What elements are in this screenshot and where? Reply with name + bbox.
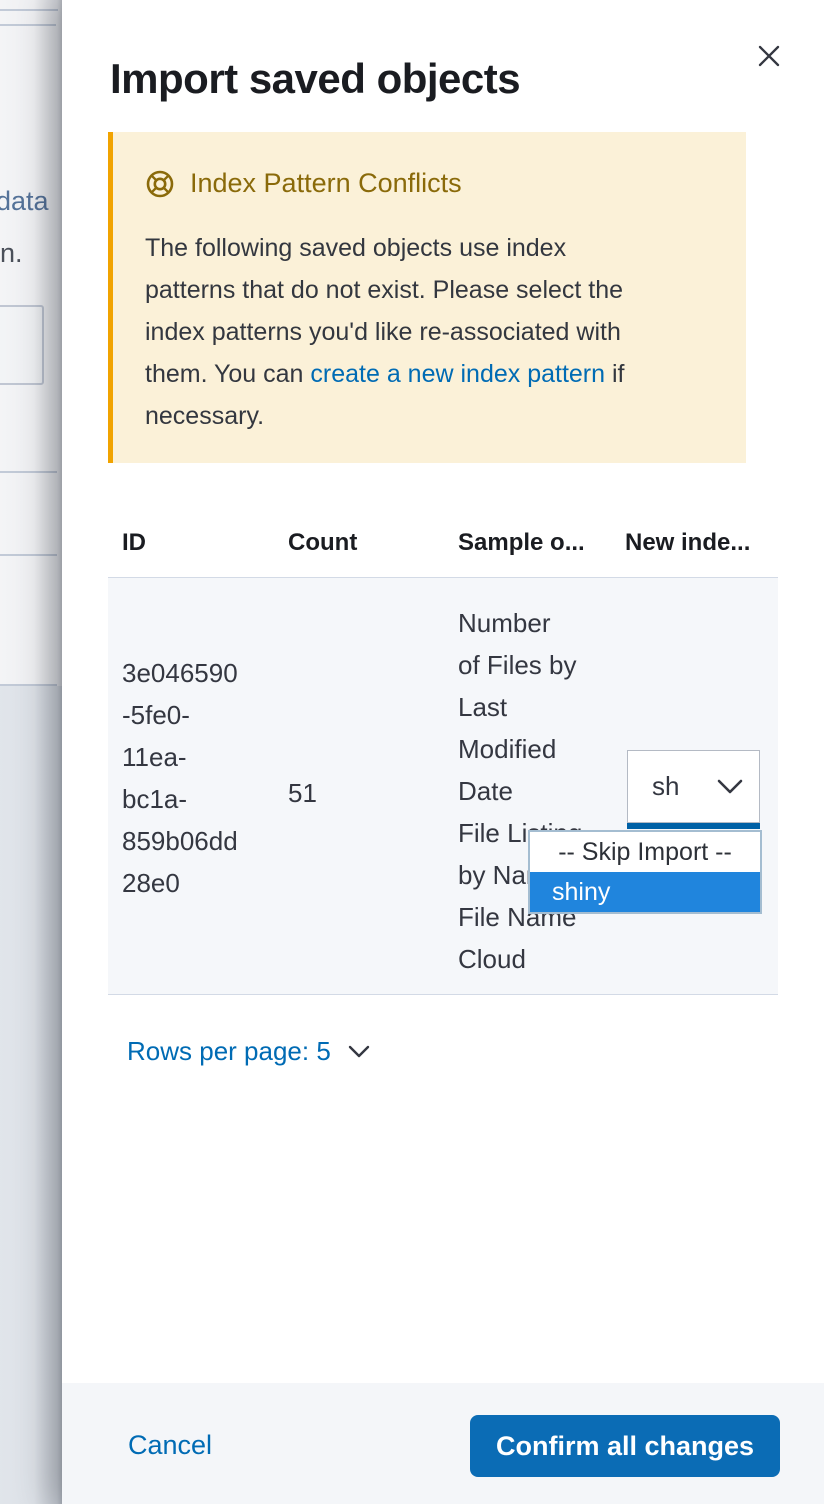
option-shiny[interactable]: shiny xyxy=(530,872,760,912)
callout-header: Index Pattern Conflicts xyxy=(145,168,718,199)
id-line: 859b06dd xyxy=(122,820,238,862)
new-index-pattern-select[interactable]: sh xyxy=(627,750,760,823)
callout-body-line: The following saved objects use index xyxy=(145,227,718,269)
cell-count: 51 xyxy=(288,772,317,814)
sample-line: of Files by xyxy=(458,644,582,686)
background-divider xyxy=(0,9,58,11)
callout-body-line: patterns that do not exist. Please selec… xyxy=(145,269,718,311)
callout-body-line: necessary. xyxy=(145,395,718,437)
callout-body: The following saved objects use index pa… xyxy=(145,227,718,437)
id-line: bc1a- xyxy=(122,778,238,820)
background-divider xyxy=(0,24,56,26)
background-table-line xyxy=(0,471,57,473)
id-line: -5fe0- xyxy=(122,694,238,736)
background-table-line xyxy=(0,554,57,556)
import-saved-objects-flyout: Import saved objects Index Pattern Confl… xyxy=(62,0,824,1504)
background-page: data n. xyxy=(0,0,62,1504)
select-value: sh xyxy=(652,771,679,802)
sample-line: Modified xyxy=(458,728,582,770)
confirm-all-changes-button[interactable]: Confirm all changes xyxy=(470,1415,780,1477)
sample-line: Last xyxy=(458,686,582,728)
column-header-id: ID xyxy=(122,529,146,557)
sample-line: Cloud xyxy=(458,938,582,980)
option-skip-import[interactable]: -- Skip Import -- xyxy=(530,832,760,872)
close-icon[interactable] xyxy=(753,40,785,72)
background-panel xyxy=(0,686,62,1504)
cell-id: 3e046590 -5fe0- 11ea- bc1a- 859b06dd 28e… xyxy=(122,652,238,904)
chevron-down-icon xyxy=(347,1044,371,1060)
callout-body-line: index patterns you'd like re-associated … xyxy=(145,311,718,353)
rows-per-page-label: Rows per page: 5 xyxy=(127,1036,331,1067)
callout-body-line: them. You can create a new index pattern… xyxy=(145,353,718,395)
page-title: Import saved objects xyxy=(110,55,520,103)
background-input-box xyxy=(0,305,44,385)
sample-line: Date xyxy=(458,770,582,812)
id-line: 28e0 xyxy=(122,862,238,904)
id-line: 3e046590 xyxy=(122,652,238,694)
select-focus-underline xyxy=(627,823,760,829)
chevron-down-icon xyxy=(715,777,745,797)
id-line: 11ea- xyxy=(122,736,238,778)
rows-per-page-control[interactable]: Rows per page: 5 xyxy=(127,1036,371,1067)
callout-body-text: them. You can xyxy=(145,360,310,388)
callout-title: Index Pattern Conflicts xyxy=(190,168,462,199)
callout-body-text: if xyxy=(605,360,624,388)
life-ring-icon xyxy=(145,169,175,199)
cancel-button[interactable]: Cancel xyxy=(128,1430,212,1461)
cell-sample-objects: Number of Files by Last Modified Date Fi… xyxy=(458,602,582,980)
background-partial-link: data xyxy=(0,186,49,217)
index-pattern-conflicts-callout: Index Pattern Conflicts The following sa… xyxy=(108,132,746,463)
sample-line: Number xyxy=(458,602,582,644)
create-index-pattern-link[interactable]: create a new index pattern xyxy=(310,360,605,388)
column-header-sample: Sample o... xyxy=(458,529,585,557)
background-partial-text: n. xyxy=(0,238,23,269)
background-table-line xyxy=(0,684,57,686)
column-header-count: Count xyxy=(288,529,357,557)
close-icon xyxy=(756,43,782,69)
index-pattern-option-list: -- Skip Import -- shiny xyxy=(528,830,762,914)
column-header-new-index: New inde... xyxy=(625,529,750,557)
